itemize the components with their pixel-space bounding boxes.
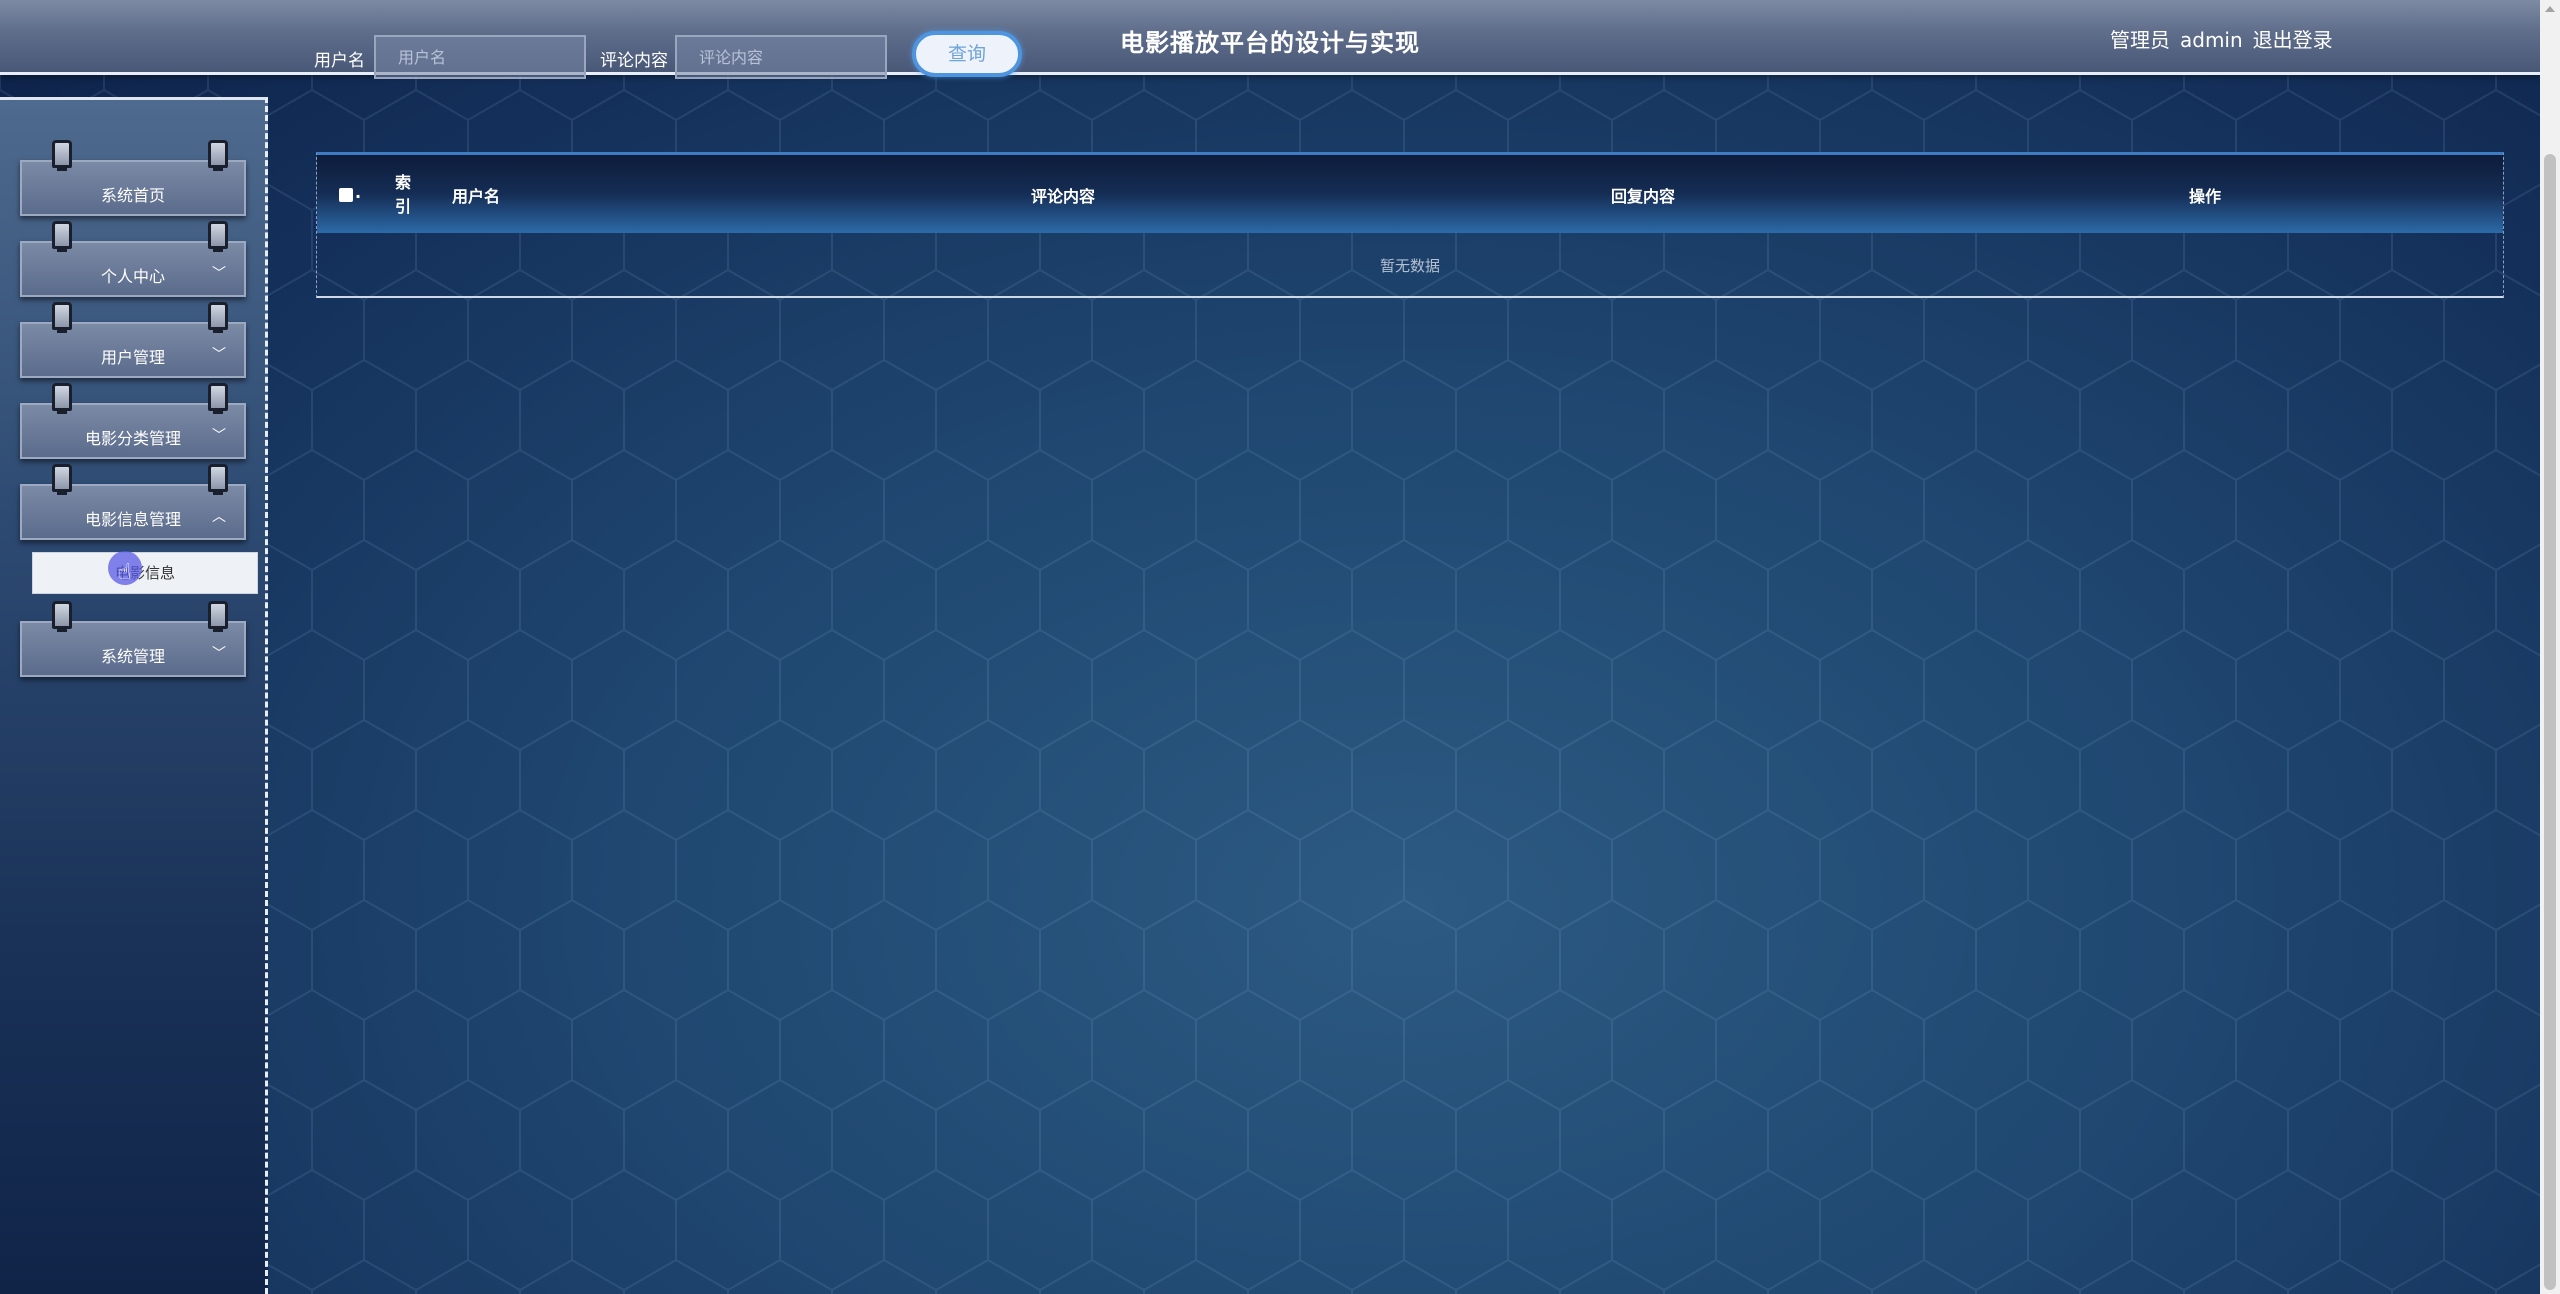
- hand-cursor-icon: ☝: [118, 560, 132, 585]
- column-index-line2: 引: [395, 197, 412, 216]
- chevron-down-icon: ﹀: [212, 347, 226, 363]
- sidebar-item-label: 系统管理: [100, 647, 165, 666]
- chevron-down-icon: ﹀: [212, 428, 226, 444]
- binder-clip-icon: [208, 302, 228, 333]
- query-button[interactable]: 查询: [912, 31, 1022, 77]
- empty-state-text: 暂无数据: [1379, 257, 1440, 275]
- username-search-input[interactable]: [374, 35, 586, 79]
- binder-clip-icon: [52, 221, 72, 252]
- column-action: 操作: [2189, 187, 2222, 206]
- column-index-line1: 索: [395, 173, 412, 192]
- binder-clip-icon: [52, 601, 72, 632]
- sidebar-item-user-management[interactable]: 用户管理 ﹀: [20, 302, 246, 378]
- sidebar-item-home[interactable]: 系统首页: [20, 140, 246, 216]
- chevron-down-icon: ﹀: [212, 646, 226, 662]
- checkbox-marker: .: [355, 183, 362, 202]
- comments-table: . 索 引 用户名 评论内容 回复内容 操作 暂无数据: [316, 152, 2504, 298]
- binder-clip-icon: [52, 464, 72, 495]
- sidebar-item-label: 系统首页: [100, 186, 165, 205]
- scroll-up-arrow-icon[interactable]: [2545, 6, 2555, 12]
- binder-clip-icon: [208, 464, 228, 495]
- comment-search-input[interactable]: [675, 35, 887, 79]
- sidebar-item-movie-category-management[interactable]: 电影分类管理 ﹀: [20, 383, 246, 459]
- binder-clip-icon: [52, 383, 72, 414]
- user-name: admin: [2180, 28, 2243, 52]
- chevron-up-icon: ︿: [212, 509, 226, 525]
- sidebar-item-label: 个人中心: [100, 267, 165, 286]
- page-scrollbar[interactable]: [2540, 0, 2560, 1294]
- comment-search-label: 评论内容: [600, 51, 668, 71]
- username-search-label: 用户名: [314, 51, 365, 71]
- top-header: 用户名 评论内容 查询 电影播放平台的设计与实现 管理员 admin 退出登录: [0, 0, 2540, 79]
- sidebar-item-system-management[interactable]: 系统管理 ﹀: [20, 601, 246, 677]
- sidebar-item-movie-info-management[interactable]: 电影信息管理 ︿: [20, 464, 246, 540]
- column-username: 用户名: [452, 187, 501, 206]
- binder-clip-icon: [52, 140, 72, 171]
- sidebar-item-label: 用户管理: [100, 348, 165, 367]
- binder-clip-icon: [208, 383, 228, 414]
- select-all-checkbox[interactable]: [339, 188, 353, 202]
- sidebar: 系统首页 个人中心 ﹀ 用户管理 ﹀ 电影分类管理 ﹀ 电影信息管理 ︿ 电影信…: [0, 97, 268, 1294]
- sidebar-item-personal-center[interactable]: 个人中心 ﹀: [20, 221, 246, 297]
- binder-clip-icon: [208, 221, 228, 252]
- column-index: 索 引: [395, 171, 411, 219]
- submenu-item-movie-info[interactable]: 电影信息: [32, 552, 258, 594]
- binder-clip-icon: [208, 601, 228, 632]
- table-header: . 索 引 用户名 评论内容 回复内容 操作: [317, 155, 2503, 233]
- scrollbar-thumb[interactable]: [2544, 154, 2556, 1290]
- logout-link[interactable]: 退出登录: [2253, 28, 2333, 52]
- user-role: 管理员: [2110, 28, 2170, 52]
- column-reply: 回复内容: [1611, 187, 1676, 206]
- site-title: 电影播放平台的设计与实现: [1120, 29, 1420, 57]
- sidebar-item-label: 电影信息管理: [84, 510, 181, 529]
- column-comment: 评论内容: [1031, 187, 1096, 206]
- chevron-down-icon: ﹀: [212, 266, 226, 282]
- user-area: 管理员 admin 退出登录: [2110, 24, 2343, 53]
- binder-clip-icon: [52, 302, 72, 333]
- binder-clip-icon: [208, 140, 228, 171]
- sidebar-item-label: 电影分类管理: [84, 429, 181, 448]
